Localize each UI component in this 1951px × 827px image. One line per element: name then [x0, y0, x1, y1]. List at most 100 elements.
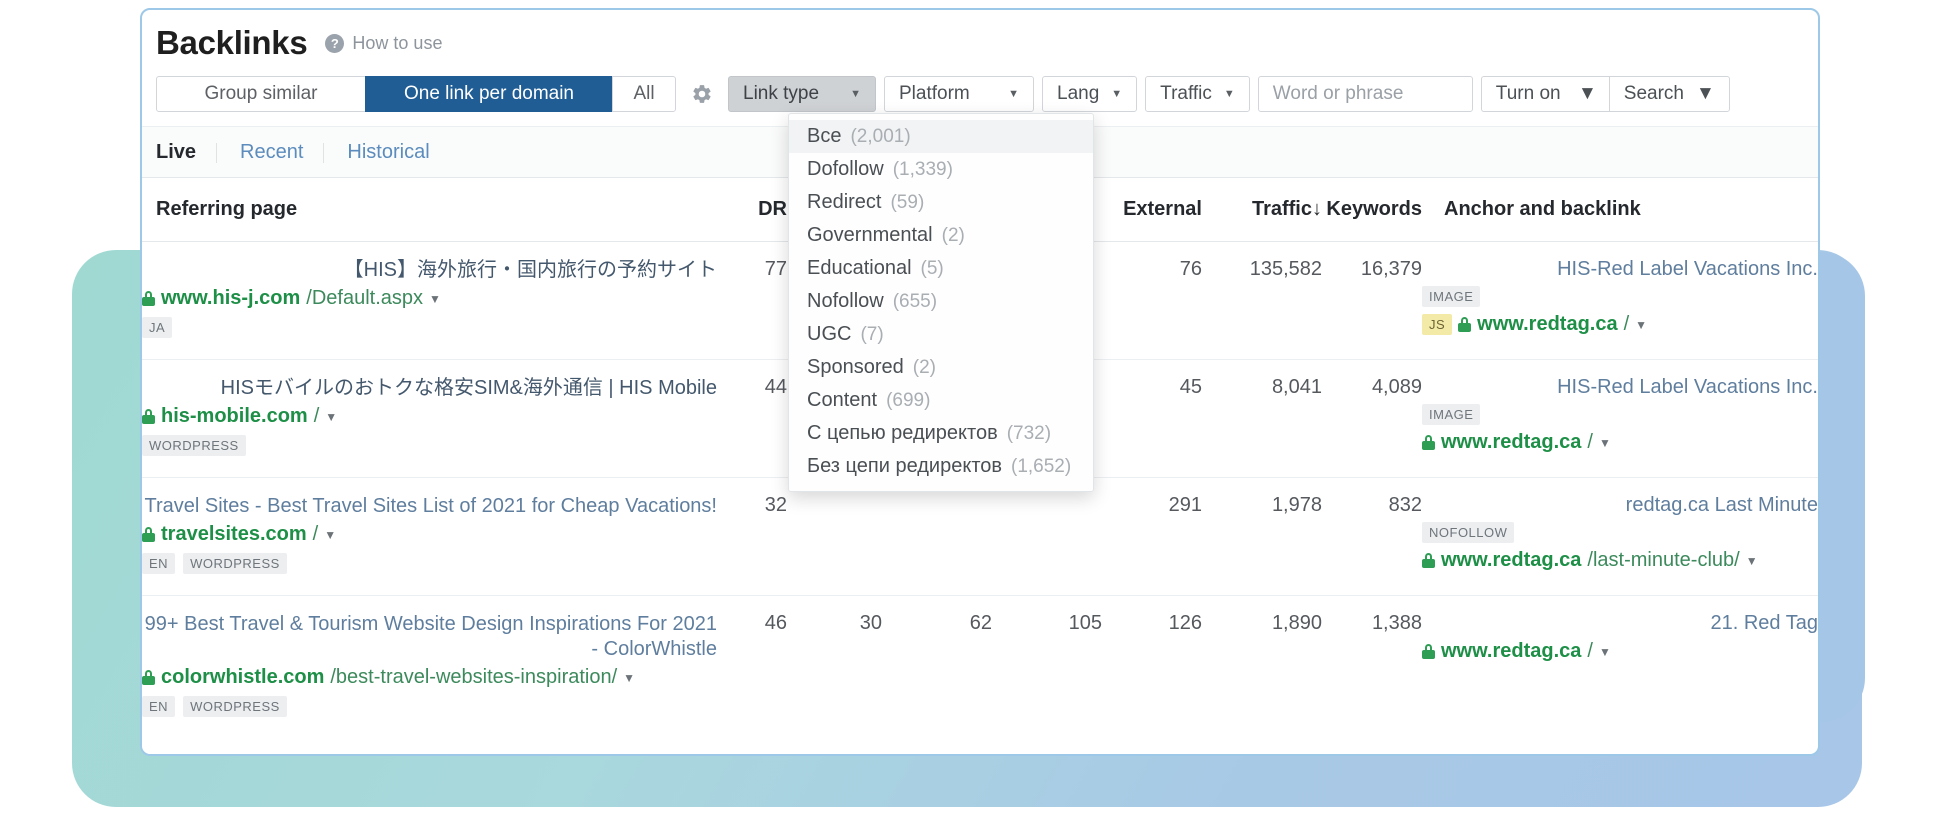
- referring-path: /: [313, 405, 320, 427]
- dr-value: 44: [717, 359, 787, 478]
- dropdown-item-label: С цепью редиректов: [807, 422, 998, 444]
- referring-page-title[interactable]: 99+ Best Travel & Tourism Website Design…: [142, 612, 717, 662]
- anchor-title[interactable]: redtag.ca Last Minute: [1422, 494, 1818, 517]
- referring-page-cell: HISモバイルのおトクな格安SIM&海外通信 | HIS Mobile his-…: [142, 359, 717, 478]
- chevron-down-icon[interactable]: ▼: [429, 293, 441, 305]
- how-to-use-link[interactable]: ? How to use: [325, 33, 442, 54]
- dropdown-item-educational[interactable]: Educational (5): [789, 252, 1093, 285]
- chevron-down-icon: ▼: [1111, 87, 1123, 100]
- dropdown-item-dofollow[interactable]: Dofollow (1,339): [789, 153, 1093, 186]
- panel-header: Backlinks ? How to use: [142, 10, 1818, 72]
- turn-on-dropdown[interactable]: Turn on ▼: [1480, 76, 1609, 112]
- dropdown-item-without-redirect-chain[interactable]: Без цепи редиректов (1,652): [789, 450, 1093, 483]
- search-input[interactable]: Word or phrase: [1257, 76, 1473, 112]
- dropdown-item-nofollow[interactable]: Nofollow (655): [789, 285, 1093, 318]
- column-external[interactable]: External: [1102, 178, 1202, 242]
- tab-historical[interactable]: Historical: [323, 141, 451, 164]
- column-dr[interactable]: DR: [717, 178, 787, 242]
- referring-page-badges: EN WORDPRESS: [142, 696, 717, 717]
- col4-value: [992, 477, 1102, 596]
- turn-on-label: Turn on: [1495, 83, 1561, 104]
- dropdown-item-vse[interactable]: Все (2,001): [789, 120, 1093, 153]
- dr-value: 32: [717, 477, 787, 596]
- chevron-down-icon[interactable]: ▼: [1635, 319, 1647, 331]
- keywords-value[interactable]: 832: [1322, 477, 1422, 596]
- referring-page-title[interactable]: HISモバイルのおトクな格安SIM&海外通信 | HIS Mobile: [142, 376, 717, 401]
- anchor-title[interactable]: HIS-Red Label Vacations Inc.: [1422, 376, 1818, 399]
- referring-page-title[interactable]: 【HIS】海外旅行・国内旅行の予約サイト: [142, 258, 717, 283]
- backlink-url[interactable]: JS www.redtag.ca / ▼: [1422, 313, 1818, 336]
- search-input-placeholder: Word or phrase: [1272, 83, 1404, 104]
- chevron-down-icon[interactable]: ▼: [324, 529, 336, 541]
- referring-page-url[interactable]: www.his-j.com/Default.aspx ▼: [142, 287, 717, 310]
- segment-all[interactable]: All: [612, 76, 676, 112]
- dropdown-item-ugc[interactable]: UGC (7): [789, 318, 1093, 351]
- search-button[interactable]: Search ▼: [1608, 76, 1730, 112]
- referring-page-title[interactable]: Travel Sites - Best Travel Sites List of…: [142, 494, 718, 519]
- dropdown-item-count: (59): [890, 192, 925, 213]
- dropdown-item-label: Governmental: [807, 224, 933, 246]
- segment-one-link-per-domain[interactable]: One link per domain: [365, 76, 613, 112]
- column-keywords[interactable]: Keywords: [1322, 178, 1422, 242]
- chevron-down-icon: ▼: [1223, 87, 1235, 100]
- table-row[interactable]: Travel Sites - Best Travel Sites List of…: [142, 477, 1818, 596]
- anchor-cell: HIS-Red Label Vacations Inc. IMAGE www.r…: [1422, 359, 1818, 478]
- column-traffic[interactable]: Traffic↓: [1202, 178, 1322, 242]
- chevron-down-icon[interactable]: ▼: [1746, 555, 1758, 567]
- badge-platform: WORDPRESS: [142, 435, 246, 456]
- dropdown-item-redirect[interactable]: Redirect (59): [789, 186, 1093, 219]
- dropdown-item-content[interactable]: Content (699): [789, 384, 1093, 417]
- anchor-cell: redtag.ca Last Minute NOFOLLOW www.redta…: [1422, 477, 1818, 596]
- chevron-down-icon[interactable]: ▼: [1599, 437, 1611, 449]
- external-value: 126: [1168, 612, 1202, 634]
- badge-js: JS: [1422, 314, 1453, 335]
- dr-value: 46: [764, 612, 787, 634]
- dropdown-item-label: Nofollow: [807, 290, 884, 312]
- col4-value[interactable]: 105: [992, 596, 1102, 734]
- external-value: 291: [1102, 477, 1202, 596]
- anchor-title[interactable]: HIS-Red Label Vacations Inc.: [1422, 258, 1818, 281]
- page-title: Backlinks: [156, 24, 308, 61]
- backlink-url[interactable]: www.redtag.ca / ▼: [1422, 640, 1818, 663]
- lock-icon: [142, 409, 155, 424]
- traffic-value: 1,890: [1271, 612, 1322, 634]
- filter-lang[interactable]: Lang ▼: [1042, 76, 1138, 112]
- keywords-value[interactable]: 4,089: [1322, 359, 1422, 478]
- backlink-url[interactable]: www.redtag.ca/last-minute-club/ ▼: [1422, 549, 1818, 572]
- tab-live[interactable]: Live: [156, 141, 218, 164]
- column-referring-page[interactable]: Referring page: [142, 178, 717, 242]
- anchor-title[interactable]: 21. Red Tag: [1422, 612, 1819, 635]
- backlink-domain: www.redtag.ca: [1441, 431, 1582, 453]
- dropdown-item-governmental[interactable]: Governmental (2): [789, 219, 1093, 252]
- keywords-value[interactable]: 16,379: [1322, 241, 1422, 360]
- dropdown-item-with-redirect-chain[interactable]: С цепью редиректов (732): [789, 417, 1093, 450]
- dropdown-item-count: (7): [860, 324, 884, 345]
- grouping-segmented-control: Group similar One link per domain All: [156, 76, 676, 112]
- lock-icon: [142, 670, 155, 685]
- column-anchor-and-backlink[interactable]: Anchor and backlink: [1422, 178, 1818, 242]
- dropdown-item-count: (732): [1006, 423, 1052, 444]
- tab-recent[interactable]: Recent: [215, 141, 325, 164]
- referring-page-badges: EN WORDPRESS: [142, 553, 717, 574]
- filter-link-type[interactable]: Link type ▼: [728, 76, 876, 112]
- gear-icon[interactable]: [682, 76, 722, 112]
- referring-page-url[interactable]: colorwhistle.com/best-travel-websites-in…: [142, 666, 717, 689]
- chevron-down-icon[interactable]: ▼: [325, 411, 337, 423]
- referring-page-url[interactable]: travelsites.com / ▼: [142, 523, 717, 546]
- referring-domain: colorwhistle.com: [161, 666, 325, 688]
- segment-group-similar[interactable]: Group similar: [156, 76, 366, 112]
- badge-platform: WORDPRESS: [183, 553, 287, 574]
- referring-page-url[interactable]: his-mobile.com / ▼: [142, 405, 717, 428]
- chevron-down-icon[interactable]: ▼: [623, 672, 635, 684]
- col3-value[interactable]: 62: [882, 596, 992, 734]
- dropdown-item-sponsored[interactable]: Sponsored (2): [789, 351, 1093, 384]
- keywords-value[interactable]: 1,388: [1322, 596, 1422, 734]
- chevron-down-icon[interactable]: ▼: [1599, 646, 1611, 658]
- dropdown-item-count: (1,339): [892, 159, 953, 180]
- backlink-path: /: [1587, 640, 1593, 662]
- backlink-url[interactable]: www.redtag.ca / ▼: [1422, 431, 1818, 454]
- referring-page-cell: Travel Sites - Best Travel Sites List of…: [142, 477, 718, 596]
- filter-traffic[interactable]: Traffic ▼: [1145, 76, 1250, 112]
- filter-platform[interactable]: Platform ▼: [884, 76, 1034, 112]
- table-row[interactable]: 99+ Best Travel & Tourism Website Design…: [142, 596, 1818, 734]
